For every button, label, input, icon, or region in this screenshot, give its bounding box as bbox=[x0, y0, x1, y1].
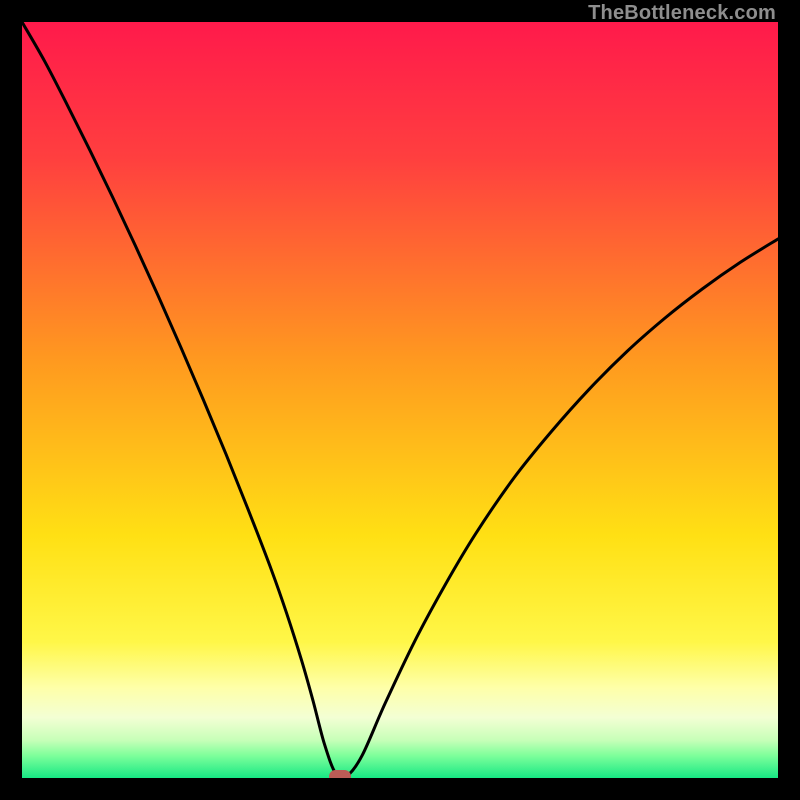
chart-frame: TheBottleneck.com bbox=[0, 0, 800, 800]
optimal-point-marker bbox=[329, 770, 351, 778]
watermark-text: TheBottleneck.com bbox=[588, 2, 776, 25]
plot-area bbox=[22, 22, 778, 778]
bottleneck-curve bbox=[22, 22, 778, 778]
